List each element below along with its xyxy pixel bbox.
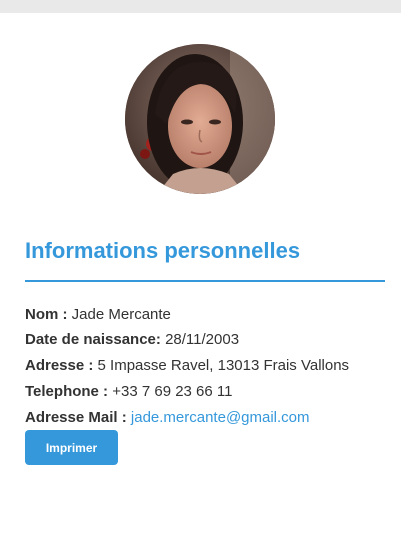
field-label: Adresse : — [25, 357, 94, 374]
top-bar — [0, 0, 401, 13]
field-value: +33 7 69 23 66 11 — [112, 383, 233, 400]
field-value: 5 Impasse Ravel, 13013 Frais Vallons — [97, 357, 350, 374]
field-label: Nom : — [25, 306, 68, 323]
field-birthdate: Date de naissance: 28/11/2003 — [25, 331, 395, 349]
portrait-image — [125, 44, 275, 194]
field-value: Jade Mercante — [71, 306, 171, 323]
section-title: Informations personnelles — [25, 238, 301, 263]
field-name: Nom : Jade Mercante — [25, 306, 395, 324]
profile-photo — [125, 44, 275, 194]
field-label: Adresse Mail : — [25, 409, 127, 426]
field-label: Telephone : — [25, 383, 109, 400]
print-button[interactable]: Imprimer — [25, 430, 118, 465]
title-divider — [25, 280, 385, 282]
field-value: 28/11/2003 — [165, 331, 240, 348]
field-address: Adresse : 5 Impasse Ravel, 13013 Frais V… — [25, 357, 395, 375]
email-link[interactable]: jade.mercante@gmail.com — [131, 409, 310, 426]
field-email: Adresse Mail : jade.mercante@gmail.com — [25, 409, 395, 427]
field-phone: Telephone : +33 7 69 23 66 11 — [25, 383, 395, 401]
field-label: Date de naissance: — [25, 331, 161, 348]
profile-card: Informations personnelles Nom : Jade Mer… — [0, 13, 401, 553]
